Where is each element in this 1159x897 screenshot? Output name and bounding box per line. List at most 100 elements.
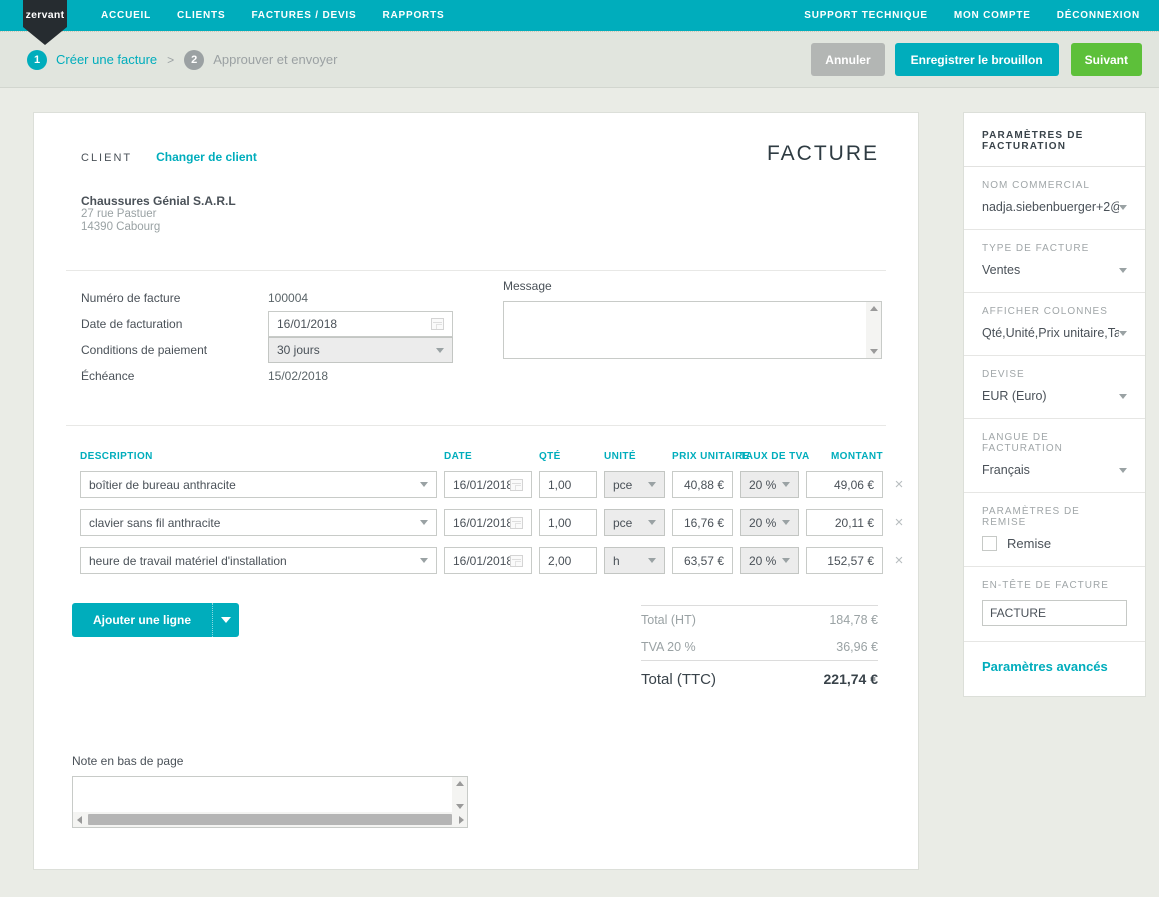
footer-note-vscrollbar[interactable] [452, 777, 467, 813]
line3-vat-select[interactable]: 20 % [740, 547, 799, 574]
line1-unit-price-value: 40,88 € [684, 478, 724, 492]
line2-amount-input[interactable]: 20,11 € [806, 509, 883, 536]
line1-description-value: boîtier de bureau anthracite [89, 478, 236, 492]
header-vat-rate: TAUX DE TVA [740, 451, 799, 462]
payment-terms-select[interactable]: 30 jours [268, 337, 453, 363]
chevron-down-icon [420, 482, 428, 487]
currency-select[interactable]: EUR (Euro) [982, 389, 1127, 403]
nav-rapports[interactable]: RAPPORTS [369, 10, 457, 21]
line2-unit-price-input[interactable]: 16,76 € [672, 509, 733, 536]
scroll-left-icon[interactable] [77, 816, 82, 824]
line1-vat-select[interactable]: 20 % [740, 471, 799, 498]
line2-qty-input[interactable]: 1,00 [539, 509, 597, 536]
scroll-down-icon[interactable] [456, 804, 464, 809]
line2-unit-select[interactable]: pce [604, 509, 665, 536]
line2-delete-icon[interactable]: × [890, 515, 908, 530]
columns-section: AFFICHER COLONNES Qté,Unité,Prix unitair… [964, 293, 1145, 356]
client-address-block: Chaussures Génial S.A.R.L 27 rue Pastuer… [81, 195, 236, 233]
nav-accueil[interactable]: ACCUEIL [88, 10, 164, 21]
line1-delete-icon[interactable]: × [890, 477, 908, 492]
line1-amount-input[interactable]: 49,06 € [806, 471, 883, 498]
next-button[interactable]: Suivant [1071, 43, 1142, 76]
calendar-icon[interactable] [431, 318, 444, 330]
advanced-settings-link[interactable]: Paramètres avancés [982, 659, 1108, 674]
invoice-details: Numéro de facture 100004 Date de factura… [81, 285, 486, 389]
footer-note-label: Note en bas de page [72, 754, 468, 768]
chevron-down-icon [1119, 468, 1127, 473]
line1-unit-select[interactable]: pce [604, 471, 665, 498]
discount-checkbox[interactable] [982, 536, 997, 551]
line3-unit-value: h [613, 554, 620, 568]
invoice-date-label: Date de facturation [81, 317, 268, 331]
message-textarea[interactable] [503, 301, 882, 359]
message-label: Message [503, 279, 882, 293]
footer-note-textarea[interactable] [72, 776, 468, 828]
step-create-invoice[interactable]: 1 Créer une facture [27, 50, 157, 70]
line3-vat-value: 20 % [749, 554, 776, 568]
save-draft-button[interactable]: Enregistrer le brouillon [895, 43, 1059, 76]
invoice-title: FACTURE [767, 142, 879, 166]
calendar-icon[interactable] [510, 555, 523, 567]
line1-unit-price-input[interactable]: 40,88 € [672, 471, 733, 498]
line3-amount-input[interactable]: 152,57 € [806, 547, 883, 574]
chevron-down-icon [648, 558, 656, 563]
scrollbar-thumb[interactable] [88, 814, 452, 825]
footer-note-hscrollbar[interactable] [73, 812, 467, 827]
calendar-icon[interactable] [510, 517, 523, 529]
line1-description-select[interactable]: boîtier de bureau anthracite [80, 471, 437, 498]
message-scrollbar[interactable] [866, 302, 881, 358]
business-name-select[interactable]: nadja.siebenbuerger+2@ze... [982, 200, 1127, 214]
line3-qty-input[interactable]: 2,00 [539, 547, 597, 574]
scroll-up-icon[interactable] [870, 306, 878, 311]
header-qty: QTÉ [539, 451, 597, 462]
nav-clients[interactable]: CLIENTS [164, 10, 238, 21]
line3-delete-icon[interactable]: × [890, 553, 908, 568]
line1-unit-value: pce [613, 478, 632, 492]
nav-deconnexion[interactable]: DÉCONNEXION [1044, 10, 1153, 21]
scroll-down-icon[interactable] [870, 349, 878, 354]
nav-mon-compte[interactable]: MON COMPTE [941, 10, 1044, 21]
invoice-totals: Total (HT) 184,78 € TVA 20 % 36,96 € Tot… [641, 605, 878, 697]
step-approve-send[interactable]: 2 Approuver et envoyer [184, 50, 337, 70]
line1-date-input[interactable]: 16/01/2018 [444, 471, 532, 498]
nav-factures-devis[interactable]: FACTURES / DEVIS [238, 10, 369, 21]
advanced-settings-section: Paramètres avancés [964, 642, 1145, 696]
line2-vat-select[interactable]: 20 % [740, 509, 799, 536]
line2-qty-value: 1,00 [548, 516, 571, 530]
header-description: DESCRIPTION [80, 451, 437, 462]
grand-total-label: Total (TTC) [641, 671, 716, 688]
currency-value: EUR (Euro) [982, 389, 1047, 403]
add-line-button[interactable]: Ajouter une ligne [72, 603, 239, 637]
line3-description-select[interactable]: heure de travail matériel d'installation [80, 547, 437, 574]
add-line-dropdown[interactable] [212, 603, 239, 637]
line3-unit-select[interactable]: h [604, 547, 665, 574]
change-client-link[interactable]: Changer de client [156, 150, 257, 164]
payment-terms-value: 30 jours [277, 343, 320, 357]
calendar-icon[interactable] [510, 479, 523, 491]
scroll-up-icon[interactable] [456, 781, 464, 786]
line2-date-input[interactable]: 16/01/2018 [444, 509, 532, 536]
line1-qty-input[interactable]: 1,00 [539, 471, 597, 498]
client-address-line2: 14390 Cabourg [81, 221, 236, 234]
invoice-type-select[interactable]: Ventes [982, 263, 1127, 277]
language-select[interactable]: Français [982, 463, 1127, 477]
line2-description-select[interactable]: clavier sans fil anthracite [80, 509, 437, 536]
columns-select[interactable]: Qté,Unité,Prix unitaire,Taux... [982, 326, 1127, 340]
invoice-header-input[interactable] [982, 600, 1127, 626]
step1-badge: 1 [27, 50, 47, 70]
line3-date-input[interactable]: 16/01/2018 [444, 547, 532, 574]
nav-support-technique[interactable]: SUPPORT TECHNIQUE [791, 10, 941, 21]
subtotal-label: Total (HT) [641, 613, 696, 627]
chevron-down-icon [1119, 268, 1127, 273]
invoice-type-value: Ventes [982, 263, 1020, 277]
line3-unit-price-input[interactable]: 63,57 € [672, 547, 733, 574]
scroll-right-icon[interactable] [459, 816, 464, 824]
invoice-date-input[interactable]: 16/01/2018 [268, 311, 453, 337]
main-nav: ACCUEIL CLIENTS FACTURES / DEVIS RAPPORT… [88, 10, 457, 21]
language-label: LANGUE DE FACTURATION [982, 432, 1127, 454]
action-bar: 1 Créer une facture > 2 Approuver et env… [0, 31, 1159, 88]
cancel-button[interactable]: Annuler [811, 43, 884, 76]
chevron-down-icon [420, 520, 428, 525]
invoice-line-row-3: heure de travail matériel d'installation… [80, 547, 908, 574]
chevron-down-icon [221, 617, 231, 623]
